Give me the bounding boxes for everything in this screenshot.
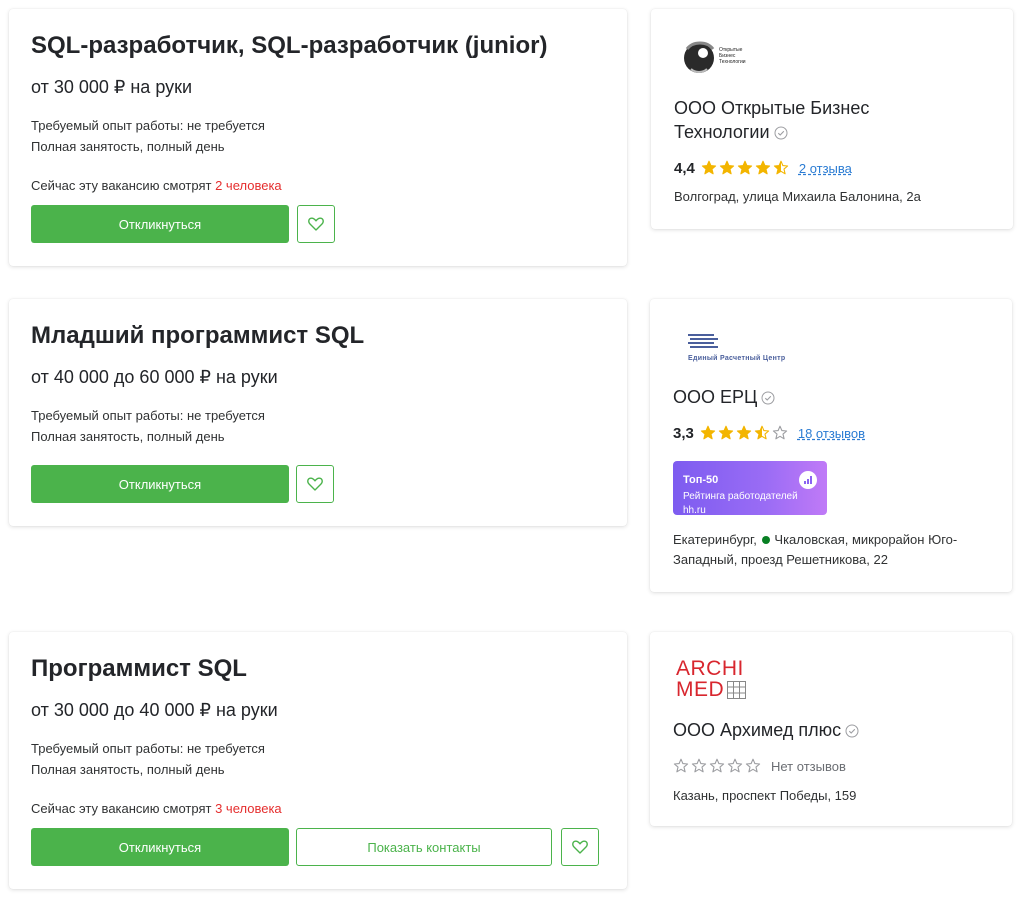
vacancy-employment: Полная занятость, полный день bbox=[31, 139, 225, 154]
reviews-link[interactable]: 2 отзыва bbox=[799, 161, 852, 176]
vacancy-salary: от 30 000 до 40 000 ₽ на руки bbox=[31, 700, 278, 720]
employer-card-3: ARCHI MED ООО Архимед плюс Нет отзывов К… bbox=[650, 632, 1012, 826]
vacancy-card-1: SQL-разработчик, SQL-разработчик (junior… bbox=[9, 9, 627, 266]
company-address: Казань, проспект Победы, 159 bbox=[673, 788, 857, 803]
show-contacts-button[interactable]: Показать контакты bbox=[296, 828, 552, 866]
favorite-button[interactable] bbox=[561, 828, 599, 866]
vacancy-experience: Требуемый опыт работы: не требуется bbox=[31, 741, 265, 756]
company-logo[interactable]: Открытые Бизнес Технологии bbox=[681, 35, 761, 81]
company-logo[interactable]: ARCHI MED bbox=[676, 658, 766, 704]
company-address: Екатеринбург, Чкаловская, микрорайон Юго… bbox=[673, 530, 973, 570]
badge-subtitle: Рейтинга работодателей hh.ru bbox=[683, 491, 798, 516]
star-icon bbox=[754, 425, 770, 440]
heart-icon bbox=[572, 840, 588, 854]
badge-title: Топ-50 bbox=[683, 474, 719, 486]
company-name-text[interactable]: ООО Открытые Бизнес Технологии bbox=[674, 98, 869, 142]
favorite-button[interactable] bbox=[296, 465, 334, 503]
company-name[interactable]: ООО Архимед плюс bbox=[673, 718, 1012, 742]
star-icon bbox=[737, 160, 753, 175]
watching-prefix: Сейчас эту вакансию смотрят bbox=[31, 178, 216, 193]
company-logo[interactable]: Единый Расчетный Центр bbox=[688, 333, 818, 363]
star-icon bbox=[755, 160, 771, 175]
grid-logo-icon bbox=[727, 680, 747, 699]
rating-value: 3,3 bbox=[673, 424, 694, 442]
vacancy-title[interactable]: SQL-разработчик, SQL-разработчик (junior… bbox=[31, 31, 627, 61]
star-icon bbox=[701, 160, 717, 175]
company-name[interactable]: ООО Открытые Бизнес Технологии bbox=[674, 96, 934, 144]
verified-check-icon bbox=[774, 126, 788, 140]
heart-icon bbox=[307, 477, 323, 491]
verified-check-icon bbox=[845, 724, 859, 738]
star-icon bbox=[709, 758, 725, 773]
star-icon bbox=[736, 425, 752, 440]
rating-stars bbox=[701, 160, 789, 176]
vacancy-card-2: Младший программист SQL от 40 000 до 60 … bbox=[9, 299, 627, 526]
employer-card-1: Открытые Бизнес Технологии ООО Открытые … bbox=[651, 9, 1013, 229]
rating-row: 4,4 2 отзыва bbox=[674, 158, 1013, 178]
vacancy-employment: Полная занятость, полный день bbox=[31, 762, 225, 777]
company-name[interactable]: ООО ЕРЦ bbox=[673, 385, 1012, 409]
logo-text: Единый Расчетный Центр bbox=[688, 355, 786, 362]
company-address: Волгоград, улица Михаила Балонина, 2а bbox=[674, 189, 921, 204]
star-icon bbox=[727, 758, 743, 773]
star-icon bbox=[745, 758, 761, 773]
logo-text-2: MED bbox=[676, 678, 725, 701]
logo-text-3: Технологии bbox=[719, 59, 746, 65]
favorite-button[interactable] bbox=[297, 205, 335, 243]
watching-prefix: Сейчас эту вакансию смотрят bbox=[31, 801, 216, 816]
top50-badge[interactable]: Топ-50 Рейтинга работодателей hh.ru bbox=[673, 461, 827, 516]
rating-row: 3,3 18 отзывов bbox=[673, 423, 1012, 443]
no-reviews-label: Нет отзывов bbox=[771, 758, 846, 774]
rating-stars bbox=[700, 425, 788, 441]
company-name-text[interactable]: ООО Архимед плюс bbox=[673, 720, 841, 740]
star-icon bbox=[673, 758, 689, 773]
star-icon bbox=[700, 425, 716, 440]
rating-row: Нет отзывов bbox=[673, 756, 1012, 776]
apply-button[interactable]: Откликнуться bbox=[31, 465, 289, 503]
vacancy-card-3: Программист SQL от 30 000 до 40 000 ₽ на… bbox=[9, 632, 627, 889]
reviews-link[interactable]: 18 отзывов bbox=[798, 426, 865, 441]
vacancy-title[interactable]: Младший программист SQL bbox=[31, 321, 627, 351]
vacancy-salary: от 30 000 ₽ на руки bbox=[31, 77, 193, 97]
company-name-text[interactable]: ООО ЕРЦ bbox=[673, 387, 757, 407]
apply-button[interactable]: Откликнуться bbox=[31, 205, 289, 243]
vacancy-salary: от 40 000 до 60 000 ₽ на руки bbox=[31, 367, 278, 387]
star-icon bbox=[719, 160, 735, 175]
watching-count: 3 человека bbox=[215, 801, 282, 816]
vacancy-employment: Полная занятость, полный день bbox=[31, 429, 225, 444]
watching-count: 2 человека bbox=[215, 178, 282, 193]
star-icon bbox=[718, 425, 734, 440]
apply-button[interactable]: Откликнуться bbox=[31, 828, 289, 866]
metro-dot-icon bbox=[762, 536, 771, 544]
rating-value: 4,4 bbox=[674, 159, 695, 177]
vacancy-watching: Сейчас эту вакансию смотрят 3 человека bbox=[31, 800, 627, 818]
rating-stars bbox=[673, 758, 761, 774]
vacancy-experience: Требуемый опыт работы: не требуется bbox=[31, 118, 265, 133]
vacancy-title[interactable]: Программист SQL bbox=[31, 654, 627, 684]
employer-card-2: Единый Расчетный Центр ООО ЕРЦ 3,3 18 от… bbox=[650, 299, 1012, 592]
vacancy-experience: Требуемый опыт работы: не требуется bbox=[31, 408, 265, 423]
address-city: Екатеринбург, bbox=[673, 532, 761, 547]
rating-chart-icon bbox=[799, 471, 817, 489]
verified-check-icon bbox=[761, 391, 775, 405]
logo-text-1: ARCHI bbox=[676, 657, 744, 680]
star-icon bbox=[772, 425, 788, 440]
vacancy-watching: Сейчас эту вакансию смотрят 2 человека bbox=[31, 177, 627, 195]
star-icon bbox=[773, 160, 789, 175]
heart-icon bbox=[308, 217, 324, 231]
star-icon bbox=[691, 758, 707, 773]
